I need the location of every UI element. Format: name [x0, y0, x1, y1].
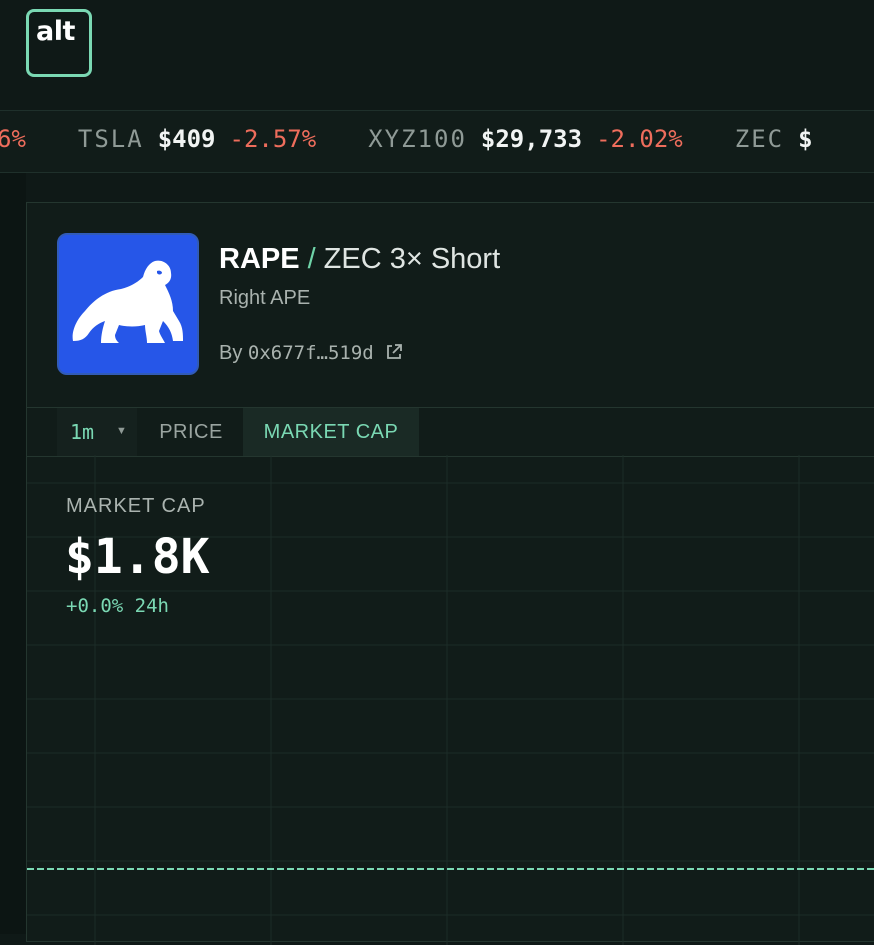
tab-price[interactable]: PRICE	[139, 408, 243, 456]
app-logo-text: alt	[36, 16, 75, 47]
ticker-change: -2.02%	[596, 125, 683, 153]
metric-label: MARKET CAP	[66, 495, 206, 517]
ticker-price: $409	[157, 125, 216, 153]
ticker-price: $	[798, 125, 813, 153]
token-symbol: RAPE	[219, 243, 300, 275]
ticker-change: -2.57%	[229, 125, 317, 153]
app-logo[interactable]: alt	[26, 9, 92, 77]
left-gutter	[0, 173, 26, 934]
token-name: ZEC 3× Short	[323, 243, 501, 275]
ticker-item[interactable]: ZEC $	[735, 125, 813, 153]
token-panel: RAPE / ZEC 3× Short Right APE By 0x677f…51…	[26, 202, 874, 945]
ticker-item[interactable]: XYZ100 $29,733 -2.02%	[368, 125, 683, 153]
ticker-change: 6%	[0, 125, 26, 153]
token-subtitle: Right APE	[219, 287, 311, 309]
ticker-item[interactable]: 6%	[0, 125, 26, 153]
interval-value: 1m	[70, 420, 95, 444]
metric-change: +0.0% 24h	[66, 595, 169, 617]
market-cap-chart[interactable]: MARKET CAP $1.8K +0.0% 24h	[27, 455, 874, 945]
ticker-symbol: TSLA	[77, 125, 144, 153]
ticker-item[interactable]: TSLA $409 -2.57%	[78, 125, 316, 153]
chart-controls: 1m ▼ PRICE MARKET CAP	[27, 407, 874, 457]
ticker-symbol: ZEC	[734, 125, 785, 153]
gorilla-icon	[57, 233, 199, 375]
ticker-symbol: XYZ100	[368, 125, 467, 153]
gorilla-logo-graphic	[72, 260, 183, 343]
ticker-track: 6% TSLA $409 -2.57% XYZ100 $29,733 -2.02% ZEC $	[0, 125, 813, 153]
metric-value: $1.8K	[65, 529, 210, 585]
creator-address-link[interactable]: 0x677f…519d	[248, 342, 374, 364]
external-link-icon[interactable]	[385, 343, 403, 367]
ticker-price: $29,733	[480, 125, 583, 153]
price-ticker: 6% TSLA $409 -2.57% XYZ100 $29,733 -2.02% ZEC $	[0, 111, 874, 173]
by-label: By	[219, 342, 243, 364]
interval-select[interactable]: 1m ▼	[57, 408, 137, 456]
token-title: RAPE / ZEC 3× Short	[219, 243, 500, 276]
title-separator: /	[307, 243, 316, 275]
top-bar: alt	[0, 0, 874, 111]
caret-down-icon: ▼	[116, 425, 127, 437]
creator-byline: By 0x677f…519d	[219, 342, 403, 367]
tab-market-cap[interactable]: MARKET CAP	[243, 408, 419, 456]
